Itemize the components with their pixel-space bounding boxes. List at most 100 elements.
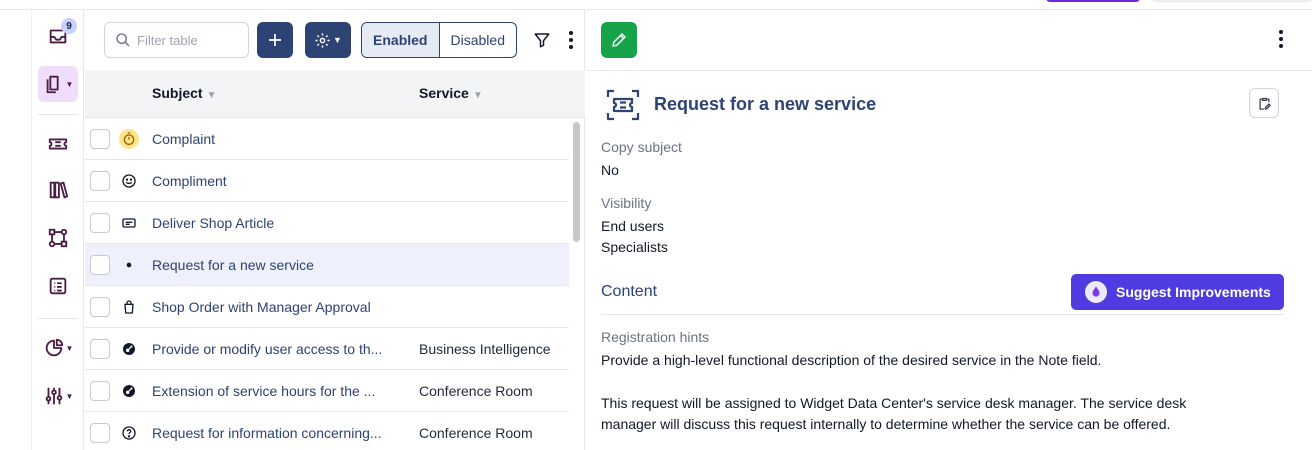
table-row[interactable]: Request for information concerning... Co… <box>85 412 569 450</box>
chevron-down-icon: ▼ <box>333 35 342 45</box>
stopwatch-icon <box>119 129 139 149</box>
filter-icon <box>534 33 550 48</box>
table-row-selected[interactable]: Request for a new service <box>85 244 569 286</box>
column-subject-label: Subject <box>152 85 203 101</box>
table-row[interactable]: Provide or modify user access to th... B… <box>85 328 569 370</box>
table-row[interactable]: Extension of service hours for the ... C… <box>85 370 569 412</box>
detail-toolbar <box>586 10 1312 71</box>
table-row[interactable]: Shop Order with Manager Approval <box>85 286 569 328</box>
content-heading: Content <box>601 283 658 300</box>
row-checkbox[interactable] <box>90 423 110 443</box>
chevron-down-icon: ▼ <box>65 79 74 89</box>
sort-icon: ▼ <box>472 90 483 101</box>
column-subject[interactable]: Subject ▼ <box>152 85 216 101</box>
rail-divider <box>38 114 78 115</box>
copy-subject-value: No <box>601 162 619 178</box>
row-subject[interactable]: Request for information concerning... <box>152 425 402 441</box>
visibility-value: Specialists <box>601 239 668 255</box>
question-icon <box>119 423 139 443</box>
ticket-icon <box>48 138 68 150</box>
row-service: Business Intelligence <box>419 341 551 357</box>
table-header: Subject ▼ Service ▼ <box>85 70 585 118</box>
content-divider <box>601 314 1284 315</box>
inbox-button[interactable]: 9 <box>38 18 78 54</box>
row-subject[interactable]: Request for a new service <box>152 257 402 273</box>
row-checkbox[interactable] <box>90 339 110 359</box>
list-pane: ▼ Enabled Disabled Subject▼ Service▼ Com… <box>85 10 585 450</box>
suggest-improvements-label: Suggest Improvements <box>1116 284 1271 300</box>
column-service[interactable]: Service ▼ <box>419 85 483 101</box>
shopping-bag-icon <box>119 297 139 317</box>
row-checkbox[interactable] <box>90 381 110 401</box>
list-icon <box>49 277 67 295</box>
more-options-button[interactable] <box>563 27 579 53</box>
disabled-toggle[interactable]: Disabled <box>440 23 517 57</box>
smiley-icon <box>119 171 139 191</box>
workflow-icon <box>48 228 68 248</box>
top-action-button[interactable] <box>1046 0 1140 2</box>
filter-button[interactable] <box>531 29 553 51</box>
row-subject[interactable]: Complaint <box>152 131 402 147</box>
key-icon <box>119 339 139 359</box>
table-body: Complaint Compliment Deliver Shop Articl… <box>85 118 569 450</box>
table-row[interactable]: Complaint <box>85 118 569 160</box>
row-service: Conference Room <box>419 383 533 399</box>
visibility-label: Visibility <box>601 195 652 211</box>
column-service-label: Service <box>419 85 469 101</box>
books-icon <box>49 181 69 199</box>
row-subject[interactable]: Deliver Shop Article <box>152 215 402 231</box>
analytics-button[interactable]: ▼ <box>38 330 78 366</box>
suggest-improvements-button[interactable]: Suggest Improvements <box>1071 274 1284 310</box>
key-icon <box>119 381 139 401</box>
row-checkbox[interactable] <box>90 171 110 191</box>
kebab-icon <box>1279 30 1283 48</box>
registration-hints-line: Provide a high-level functional descript… <box>601 352 1102 368</box>
row-checkbox[interactable] <box>90 213 110 233</box>
enabled-disabled-toggle: Enabled Disabled <box>361 22 517 58</box>
list-scrollbar[interactable] <box>573 122 580 242</box>
enabled-toggle[interactable]: Enabled <box>362 23 440 57</box>
actions-menu-button[interactable]: ▼ <box>305 22 351 58</box>
row-checkbox[interactable] <box>90 255 110 275</box>
search-icon <box>116 33 130 47</box>
visibility-value: End users <box>601 218 665 234</box>
copy-subject-label: Copy subject <box>601 139 682 155</box>
requests-button[interactable]: ▼ <box>38 66 78 102</box>
sort-icon: ▼ <box>206 90 217 101</box>
pencil-icon <box>612 33 626 47</box>
detail-more-options-button[interactable] <box>1274 26 1288 52</box>
table-row[interactable]: Compliment <box>85 160 569 202</box>
ai-sparkle-icon <box>1085 281 1107 303</box>
knowledge-button[interactable] <box>38 172 78 208</box>
settings-button[interactable]: ▼ <box>38 378 78 414</box>
chevron-down-icon: ▼ <box>65 343 74 353</box>
ticket-scan-icon <box>606 89 640 121</box>
row-subject[interactable]: Compliment <box>152 173 402 189</box>
row-checkbox[interactable] <box>90 129 110 149</box>
top-search-box[interactable] <box>1152 0 1312 2</box>
plus-icon <box>269 34 281 46</box>
add-button[interactable] <box>257 22 293 58</box>
search-box[interactable] <box>104 22 249 58</box>
search-input[interactable] <box>137 32 237 48</box>
table-row[interactable]: Deliver Shop Article <box>85 202 569 244</box>
edit-button[interactable] <box>601 22 637 58</box>
row-subject[interactable]: Extension of service hours for the ... <box>152 383 402 399</box>
registration-hints-line: manager will discuss this request intern… <box>601 416 1171 432</box>
registration-hints-label: Registration hints <box>601 329 710 345</box>
row-checkbox[interactable] <box>90 297 110 317</box>
card-icon <box>119 213 139 233</box>
records-button[interactable] <box>38 268 78 304</box>
templates-button[interactable] <box>38 126 78 162</box>
rail-divider <box>38 318 78 319</box>
sliders-icon <box>45 387 62 405</box>
row-subject[interactable]: Shop Order with Manager Approval <box>152 299 402 315</box>
navigation-rail: 9 ▼ ▼ ▼ <box>32 10 84 450</box>
dot-icon <box>119 255 139 275</box>
documents-icon <box>46 75 59 94</box>
row-subject[interactable]: Provide or modify user access to th... <box>152 341 402 357</box>
copy-button[interactable] <box>1249 88 1279 118</box>
workflows-button[interactable] <box>38 220 78 256</box>
registration-hints-line: This request will be assigned to Widget … <box>601 395 1187 411</box>
top-bar <box>0 0 1312 10</box>
